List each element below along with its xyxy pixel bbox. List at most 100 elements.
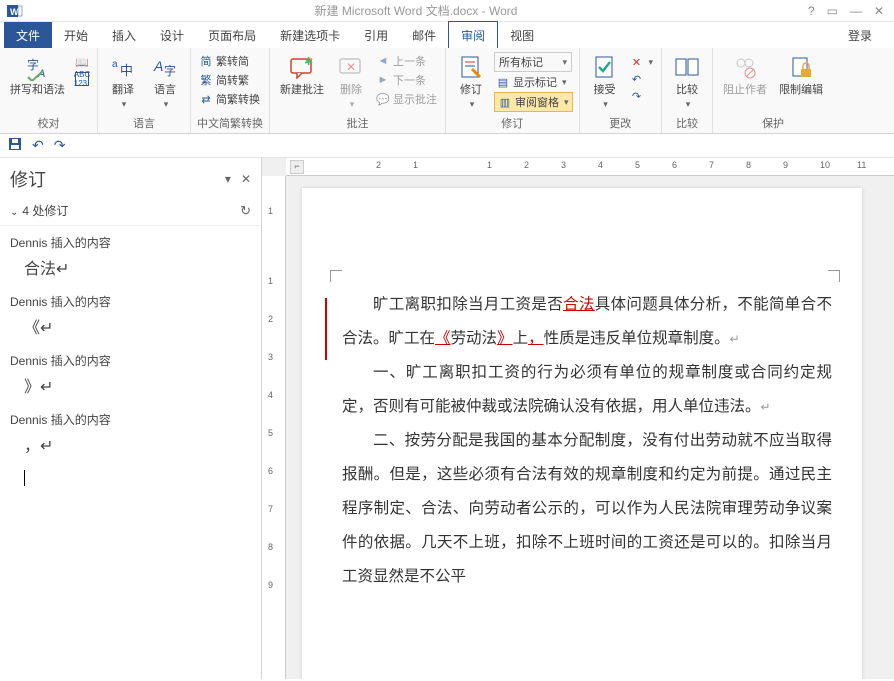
prev-comment-button: ◄上一条: [374, 52, 439, 70]
paragraph-mark-icon: ↵: [730, 332, 740, 346]
main-area: 修订 ▾ ✕ ⌄ 4 处修订 ↻ Dennis 插入的内容 合法↵ Dennis …: [0, 158, 894, 679]
word-count-icon: ABC123: [75, 72, 89, 86]
track-changes-icon: [457, 54, 485, 82]
book-icon: 📖: [75, 55, 89, 69]
prev-change-button[interactable]: ↶: [628, 71, 656, 87]
block-authors-button: 阻止作者: [719, 52, 771, 99]
reject-icon: ✕: [630, 55, 644, 69]
text-cursor: [24, 470, 25, 486]
revision-item[interactable]: Dennis 插入的内容 ，↵: [10, 411, 251, 458]
tab-view[interactable]: 视图: [498, 22, 546, 48]
prev-icon: ◄: [376, 54, 390, 68]
redo-button[interactable]: ↷: [54, 137, 66, 154]
spelling-icon: 字A: [24, 54, 52, 82]
refresh-button[interactable]: ↻: [240, 203, 251, 219]
new-comment-icon: ✱: [288, 54, 316, 82]
inserted-text: 合法: [563, 296, 595, 313]
vertical-ruler[interactable]: 1 1 2 3 4 5 6 7 8 9: [262, 176, 286, 679]
undo-button[interactable]: ↶: [32, 137, 44, 154]
tab-design[interactable]: 设计: [148, 22, 196, 48]
svg-text:✕: ✕: [346, 60, 356, 74]
help-button[interactable]: ?: [808, 4, 815, 18]
quick-access-toolbar: ↶ ↷: [0, 134, 894, 158]
document-area: ⌐ 2112345678910111213142426 1 1 2 3 4 5 …: [262, 158, 894, 679]
to-traditional-button[interactable]: 繁简转繁: [197, 71, 262, 89]
close-window-button[interactable]: ✕: [874, 4, 884, 18]
tab-selector[interactable]: ⌐: [290, 160, 304, 174]
group-tracking: 修订▾ 所有标记▾ ▤显示标记▾ ▥审阅窗格▾ 修订: [446, 48, 580, 133]
pane-close-button[interactable]: ✕: [241, 172, 251, 186]
inserted-text: 》: [497, 330, 513, 347]
login-link[interactable]: 登录: [836, 22, 884, 48]
minimize-button[interactable]: —: [850, 4, 862, 18]
restrict-icon: [787, 54, 815, 82]
margin-corner-icon: [330, 270, 342, 282]
horizontal-ruler[interactable]: ⌐ 2112345678910111213142426: [286, 158, 894, 176]
svg-text:字: 字: [164, 63, 176, 78]
reject-button[interactable]: ✕▾: [628, 54, 656, 70]
word-app-icon: W: [6, 2, 24, 20]
show-comments-button: 💬显示批注: [374, 90, 439, 108]
save-button[interactable]: [8, 137, 22, 154]
tab-mailings[interactable]: 邮件: [400, 22, 448, 48]
document-page[interactable]: 旷工离职扣除当月工资是否合法具体问题具体分析，不能简单合不合法。旷工在《劳动法》…: [302, 188, 862, 679]
translate-button[interactable]: a中 翻译▾: [104, 52, 142, 112]
document-body[interactable]: 旷工离职扣除当月工资是否合法具体问题具体分析，不能简单合不合法。旷工在《劳动法》…: [342, 288, 832, 594]
svg-text:✱: ✱: [304, 57, 313, 68]
revision-count: 4 处修订: [22, 204, 68, 218]
revision-item[interactable]: Dennis 插入的内容 合法↵: [10, 234, 251, 281]
new-comment-button[interactable]: ✱ 新建批注: [276, 52, 328, 99]
chinese-convert-button[interactable]: ⇄简繁转换: [197, 90, 262, 108]
tab-home[interactable]: 开始: [52, 22, 100, 48]
markup-display-dropdown[interactable]: 所有标记▾: [494, 52, 572, 72]
restrict-editing-button[interactable]: 限制编辑: [775, 52, 827, 99]
tab-insert[interactable]: 插入: [100, 22, 148, 48]
language-button[interactable]: A字 语言▾: [146, 52, 184, 112]
change-indicator-bar: [325, 298, 327, 360]
show-comments-icon: 💬: [376, 92, 390, 106]
next-change-button[interactable]: ↷: [628, 88, 656, 104]
paragraph-mark-icon: ↵: [761, 400, 771, 414]
group-language: a中 翻译▾ A字 语言▾ 语言: [98, 48, 191, 133]
thesaurus-button[interactable]: 📖: [73, 54, 91, 70]
reviewing-pane-icon: ▥: [498, 95, 512, 109]
title-bar: W 新建 Microsoft Word 文档.docx - Word ? ▭ —…: [0, 0, 894, 22]
inserted-text: 《: [435, 330, 451, 347]
margin-corner-icon: [828, 270, 840, 282]
tab-file[interactable]: 文件: [4, 22, 52, 48]
svg-text:中: 中: [120, 63, 133, 78]
prev-change-icon: ↶: [630, 72, 644, 86]
track-changes-button[interactable]: 修订▾: [452, 52, 490, 112]
show-markup-button[interactable]: ▤显示标记▾: [494, 73, 573, 91]
delete-comment-icon: ✕: [337, 54, 365, 82]
compare-button[interactable]: 比较▾: [668, 52, 706, 112]
tab-references[interactable]: 引用: [352, 22, 400, 48]
compare-icon: [673, 54, 701, 82]
group-changes: 接受▾ ✕▾ ↶ ↷ 更改: [580, 48, 663, 133]
next-icon: ►: [376, 73, 390, 87]
traditional-icon: 繁: [199, 73, 213, 87]
reviewing-pane-button[interactable]: ▥审阅窗格▾: [494, 92, 573, 112]
revision-item[interactable]: Dennis 插入的内容 》↵: [10, 352, 251, 399]
tab-newtab[interactable]: 新建选项卡: [268, 22, 352, 48]
revisions-pane-title: 修订: [10, 166, 46, 192]
document-title: 新建 Microsoft Word 文档.docx - Word: [24, 2, 808, 19]
next-change-icon: ↷: [630, 89, 644, 103]
language-icon: A字: [151, 54, 179, 82]
spelling-button[interactable]: 字A 拼写和语法: [6, 52, 69, 99]
accept-button[interactable]: 接受▾: [586, 52, 624, 112]
convert-icon: ⇄: [199, 92, 213, 106]
delete-comment-button: ✕ 删除▾: [332, 52, 370, 112]
word-count-button[interactable]: ABC123: [73, 71, 91, 87]
accept-icon: [591, 54, 619, 82]
pane-options-button[interactable]: ▾: [225, 172, 231, 186]
ribbon: 字A 拼写和语法 📖 ABC123 校对 a中 翻译▾ A字 语言▾ 语言: [0, 48, 894, 134]
revision-item[interactable]: Dennis 插入的内容 《↵: [10, 293, 251, 340]
tab-review[interactable]: 审阅: [448, 21, 498, 48]
tab-layout[interactable]: 页面布局: [196, 22, 268, 48]
group-protect: 阻止作者 限制编辑 保护: [713, 48, 833, 133]
chevron-down-icon[interactable]: ⌄: [10, 207, 18, 218]
to-simplified-button[interactable]: 简繁转简: [197, 52, 262, 70]
ribbon-toggle-button[interactable]: ▭: [827, 4, 838, 18]
ruler-ticks: 2112345678910111213142426: [376, 160, 894, 171]
